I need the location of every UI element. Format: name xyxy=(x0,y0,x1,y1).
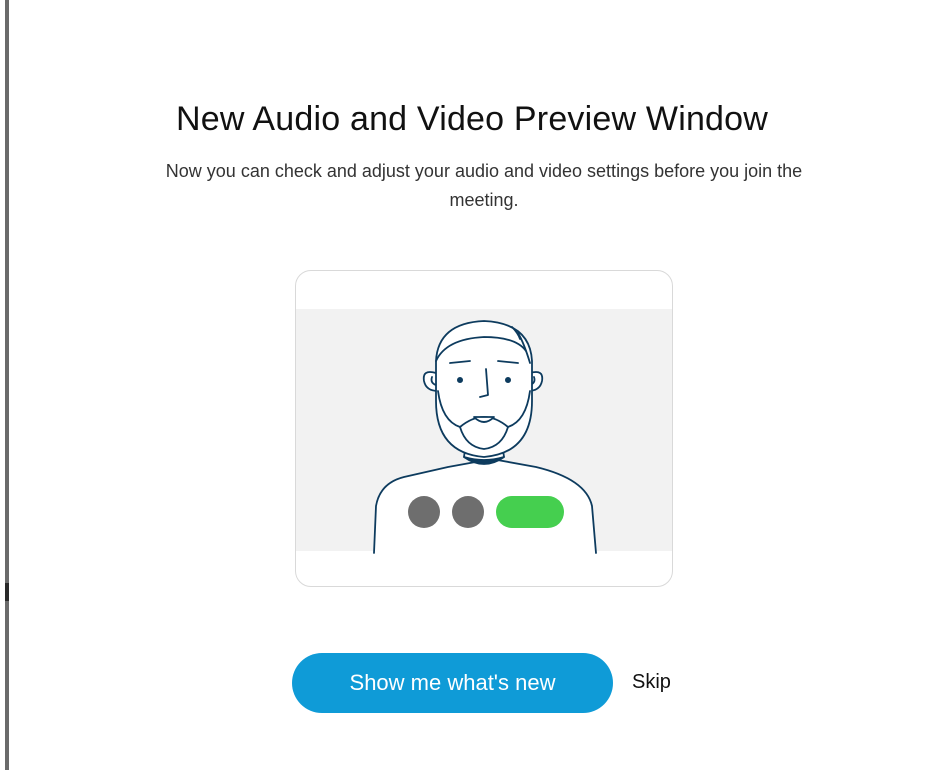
preview-illustration-card xyxy=(295,270,673,587)
page-description: Now you can check and adjust your audio … xyxy=(165,161,803,210)
mute-button-icon xyxy=(408,496,440,528)
skip-link[interactable]: Skip xyxy=(632,671,671,694)
resize-handle[interactable] xyxy=(5,583,9,601)
preview-illustration xyxy=(296,309,672,554)
video-button-icon xyxy=(452,496,484,528)
show-whats-new-button[interactable]: Show me what's new xyxy=(292,653,613,713)
join-button-icon xyxy=(496,496,564,528)
page-title: New Audio and Video Preview Window xyxy=(175,100,769,138)
